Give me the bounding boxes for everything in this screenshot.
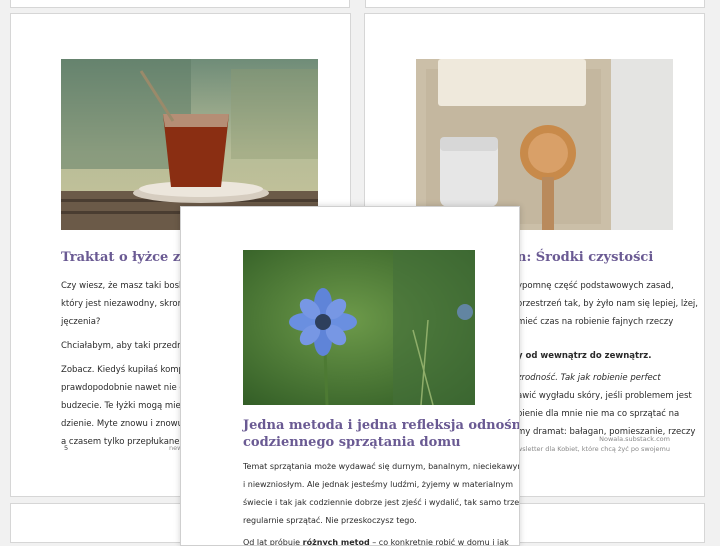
top-right-page-edge — [365, 0, 705, 8]
front-body-line: świecie i tak jak codziennie dobrze jest… — [243, 498, 520, 507]
front-body-line: i niewzniosłym. Ale jednak jesteśmy ludź… — [243, 480, 513, 489]
right-body-line: awić wygładu skóry, jeśli problemem jest — [517, 391, 692, 401]
left-page-number: 5 — [64, 444, 69, 452]
front-article-body: Temat sprzątania może wydawać się durnym… — [243, 458, 520, 546]
front-body-bold-text: różnych metod — [302, 538, 370, 546]
front-body-line-last: Od lat próbuję różnych metod – co konkre… — [243, 534, 519, 546]
front-title-line: codziennego sprzątania domu — [243, 435, 461, 450]
front-article-title: Jedna metoda i jedna refleksja odnośnie … — [243, 417, 520, 451]
right-article-title: n: Środki czystości — [517, 250, 654, 265]
right-body-line: y od wewnątrz do zewnątrz. — [517, 351, 652, 361]
right-body-line: zrodność. Tak jak robienie perfect — [517, 373, 661, 383]
right-body-line: bienie dla mnie nie ma co sprzątać na — [517, 409, 680, 419]
right-footer-tagline: newsletter dla Kobiet, które chcą żyć po… — [508, 445, 670, 453]
front-page: Jedna metoda i jedna refleksja odnośnie … — [180, 206, 520, 546]
front-title-line: Jedna metoda i jedna refleksja odnośnie — [243, 418, 520, 433]
front-body-line: Temat sprzątania może wydawać się durnym… — [243, 462, 520, 471]
right-article-body: ypomnę część podstawowych zasad, orzestr… — [517, 277, 698, 441]
right-body-line: ypomnę część podstawowych zasad, — [517, 281, 674, 291]
right-body-line: orzestrzeń tak, by żyło nam się lepiej, … — [517, 299, 698, 309]
right-footer-site: Nowala.substack.com — [599, 435, 670, 443]
top-left-page-edge — [10, 0, 350, 8]
tea-glass-photo — [61, 59, 318, 230]
blue-flower-photo — [243, 250, 475, 405]
right-body-line: mieć czas na robienie fajnych rzeczy — [517, 317, 674, 327]
front-body-line: regularnie sprzątać. Nie przeskoczysz te… — [243, 516, 417, 525]
left-article-title: Traktat o łyżce z T — [61, 250, 195, 265]
soap-and-brush-photo — [416, 59, 673, 230]
front-body-text: – co konkretnie robić w domu i jak — [369, 538, 509, 546]
front-body-text: Od lat próbuję — [243, 538, 303, 546]
